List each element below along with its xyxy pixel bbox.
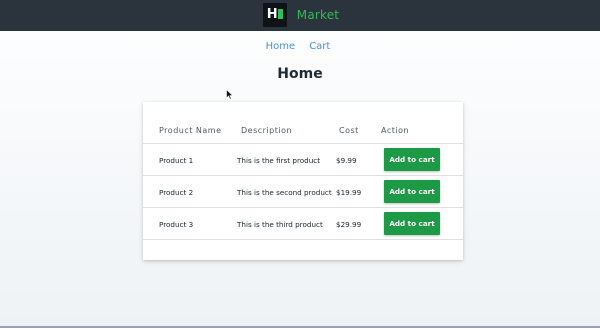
table-row: Product 3 This is the third product $29.… <box>143 208 463 240</box>
cart-link[interactable]: Cart <box>309 41 330 52</box>
product-cost: $9.99 <box>336 156 357 165</box>
products-card: Product Name Description Cost Action Pro… <box>143 102 463 260</box>
header-product-name: Product Name <box>159 126 222 135</box>
brand[interactable]: H Market <box>261 0 339 31</box>
table-row: Product 2 This is the second product $19… <box>143 176 463 208</box>
header-action: Action <box>381 126 410 135</box>
product-name: Product 3 <box>159 220 194 229</box>
add-to-cart-button[interactable]: Add to cart <box>384 212 440 235</box>
add-to-cart-button[interactable]: Add to cart <box>384 148 440 171</box>
table-row: Product 1 This is the first product $9.9… <box>143 144 463 176</box>
product-description: This is the third product <box>237 220 323 229</box>
product-description: This is the second product <box>237 188 332 197</box>
add-to-cart-button[interactable]: Add to cart <box>384 180 440 203</box>
page-nav-links: Home Cart <box>0 41 600 52</box>
product-cost: $29.99 <box>336 220 362 229</box>
product-description: This is the first product <box>237 156 321 165</box>
mouse-cursor-icon <box>226 89 234 100</box>
product-name: Product 2 <box>159 188 194 197</box>
header-description: Description <box>241 126 293 135</box>
page-title: Home <box>277 66 323 82</box>
brand-name: Market <box>296 8 340 22</box>
header-cost: Cost <box>339 126 359 135</box>
product-name: Product 1 <box>159 156 194 165</box>
logo-icon: H <box>262 3 287 27</box>
table-header: Product Name Description Cost Action <box>143 120 463 144</box>
product-cost: $19.99 <box>336 188 362 197</box>
logo-block <box>277 9 283 19</box>
home-link[interactable]: Home <box>266 41 296 52</box>
logo-letter: H <box>266 7 278 22</box>
top-navbar: H Market <box>0 0 600 31</box>
